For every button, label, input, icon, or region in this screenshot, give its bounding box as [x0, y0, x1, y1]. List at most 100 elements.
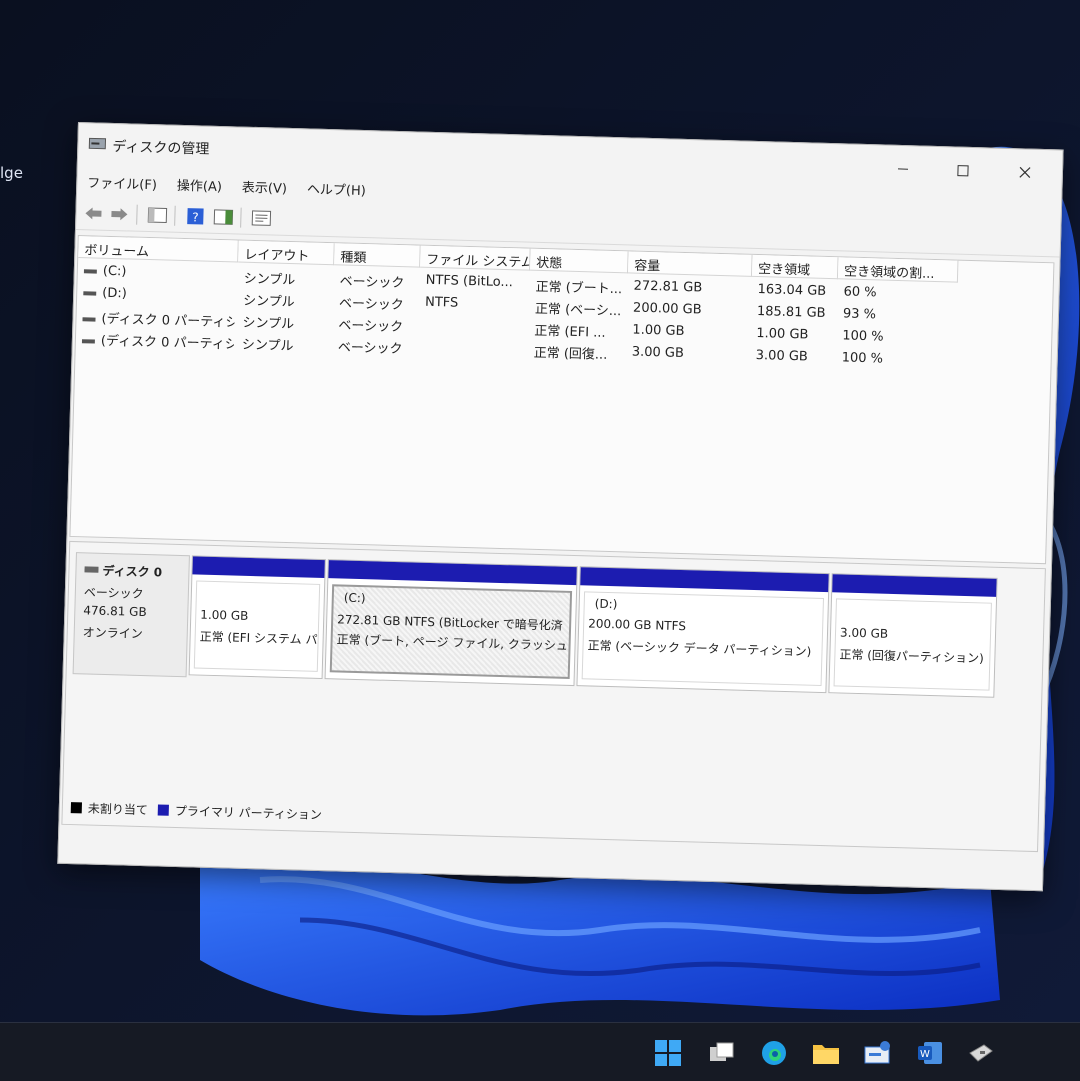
action-pane-icon [213, 209, 233, 226]
partition-efi[interactable]: 1.00 GB 正常 (EFI システム パ [189, 555, 326, 679]
forward-button[interactable] [108, 204, 131, 225]
folder-icon [811, 1040, 841, 1066]
percent-free-cell: 100 % [842, 350, 922, 367]
percent-free-cell: 93 % [843, 306, 923, 323]
column-header-type[interactable]: 種類 [334, 243, 421, 267]
disk-management-taskbar-button[interactable] [862, 1037, 894, 1069]
menu-file[interactable]: ファイル(F) [77, 169, 167, 195]
action-pane-button[interactable] [212, 207, 235, 228]
maximize-icon [957, 165, 969, 177]
close-icon [1019, 166, 1031, 178]
partition-label: (C:) [344, 591, 366, 606]
free-space-cell: 163.04 GB [757, 282, 837, 299]
windows-logo-icon [654, 1039, 682, 1067]
primary-partition-swatch [158, 804, 169, 815]
window-title: ディスクの管理 [112, 136, 210, 159]
primary-partition-bar [328, 560, 576, 585]
disk-size: 476.81 GB [83, 603, 147, 619]
help-button[interactable]: ? [184, 206, 207, 227]
file-explorer-button[interactable] [810, 1037, 842, 1069]
minimize-button[interactable] [880, 151, 927, 186]
menu-action[interactable]: 操作(A) [167, 172, 233, 198]
disk-0-info[interactable]: ディスク 0 ベーシック 476.81 GB オンライン [73, 552, 190, 677]
start-button[interactable] [652, 1037, 684, 1069]
free-space-cell: 185.81 GB [757, 304, 837, 321]
menu-help[interactable]: ヘルプ(H) [297, 175, 377, 201]
word-icon: W [916, 1039, 944, 1067]
partition-status: 正常 (ブート, ページ ファイル, クラッシュ ダン [336, 630, 572, 654]
back-arrow-icon [83, 205, 103, 222]
capacity-cell: 272.81 GB [633, 279, 743, 297]
minimize-icon [897, 163, 909, 175]
console-tree-icon [147, 207, 167, 224]
layout-cell: シンプル [242, 334, 332, 356]
disk-status: オンライン [83, 623, 143, 642]
usb-drive-button[interactable] [964, 1037, 996, 1069]
legend: 未割り当て プライマリ パーティション [71, 799, 332, 823]
primary-partition-bar [192, 556, 324, 578]
maximize-button[interactable] [940, 153, 987, 188]
column-header-volume[interactable]: ボリューム [78, 236, 239, 262]
show-hide-tree-button[interactable] [146, 205, 169, 226]
filesystem-cell [424, 339, 528, 342]
computer-management-icon [863, 1039, 893, 1067]
type-cell: ベーシック [338, 336, 418, 357]
properties-button[interactable] [250, 208, 273, 229]
partition-recovery[interactable]: 3.00 GB 正常 (回復パーティション) [828, 573, 997, 698]
column-header-status[interactable]: 状態 [530, 249, 629, 274]
partition-d[interactable]: (D:) 200.00 GB NTFS 正常 (ベーシック データ パーティショ… [576, 566, 829, 693]
free-space-cell: 1.00 GB [756, 326, 836, 343]
status-cell: 正常 (EFI ... [534, 320, 626, 342]
capacity-cell: 3.00 GB [632, 345, 742, 363]
volume-icon [82, 317, 95, 321]
status-cell: 正常 (回復... [534, 342, 626, 364]
task-view-button[interactable] [706, 1037, 738, 1069]
volume-icon [83, 291, 96, 295]
properties-icon [251, 210, 271, 227]
edge-browser-icon [760, 1039, 788, 1067]
percent-free-cell: 100 % [842, 328, 922, 345]
unallocated-swatch [71, 802, 82, 813]
partition-label: (D:) [595, 597, 618, 612]
column-header-percent-free[interactable]: 空き領域の割... [838, 257, 959, 282]
help-icon: ? [186, 207, 204, 225]
status-cell: 正常 (ベーシ... [535, 298, 627, 320]
edge-button[interactable] [758, 1037, 790, 1069]
back-button[interactable] [82, 203, 105, 224]
partition-size: 200.00 GB NTFS [588, 616, 686, 633]
percent-free-cell: 60 % [843, 284, 923, 301]
column-header-filesystem[interactable]: ファイル システム [420, 246, 531, 271]
layout-cell: シンプル [242, 312, 332, 334]
partition-status: 正常 (ベーシック データ パーティション) [587, 636, 811, 659]
free-space-cell: 3.00 GB [756, 348, 836, 365]
column-header-free-space[interactable]: 空き領域 [752, 255, 839, 279]
legend-unallocated: 未割り当て [88, 800, 148, 819]
word-button[interactable]: W [914, 1037, 946, 1069]
partition-size: 272.81 GB NTFS (BitLocker で暗号化済 [337, 610, 563, 633]
volume-icon [84, 269, 97, 273]
task-view-icon [708, 1041, 736, 1065]
disk-graphical-view: ディスク 0 ベーシック 476.81 GB オンライン 1.00 GB 正常 … [61, 541, 1046, 852]
disk-type: ベーシック [84, 583, 144, 602]
disk-management-app-icon [88, 135, 106, 151]
column-header-capacity[interactable]: 容量 [628, 251, 753, 276]
type-cell: ベーシック [339, 270, 419, 291]
partition-size: 1.00 GB [200, 608, 248, 623]
volume-name: (C:) [103, 264, 127, 280]
partition-c[interactable]: (C:) 272.81 GB NTFS (BitLocker で暗号化済 正常 … [325, 559, 578, 686]
legend-primary-partition: プライマリ パーティション [175, 802, 323, 823]
disk-icon [84, 565, 98, 573]
filesystem-cell: NTFS (BitLo... [426, 273, 530, 291]
close-button[interactable] [1001, 155, 1048, 190]
menu-view[interactable]: 表示(V) [232, 173, 298, 199]
type-cell: ベーシック [339, 292, 419, 313]
partition-size: 3.00 GB [840, 625, 888, 640]
disk-name: ディスク 0 [102, 562, 162, 581]
svg-text:W: W [920, 1049, 930, 1060]
desktop-shortcut-label[interactable]: lge [0, 164, 23, 182]
column-header-layout[interactable]: レイアウト [238, 241, 335, 266]
svg-text:?: ? [192, 210, 199, 224]
volume-name: (ディスク 0 パーティショ... [101, 334, 234, 353]
filesystem-cell: NTFS [425, 295, 529, 313]
type-cell: ベーシック [338, 314, 418, 335]
